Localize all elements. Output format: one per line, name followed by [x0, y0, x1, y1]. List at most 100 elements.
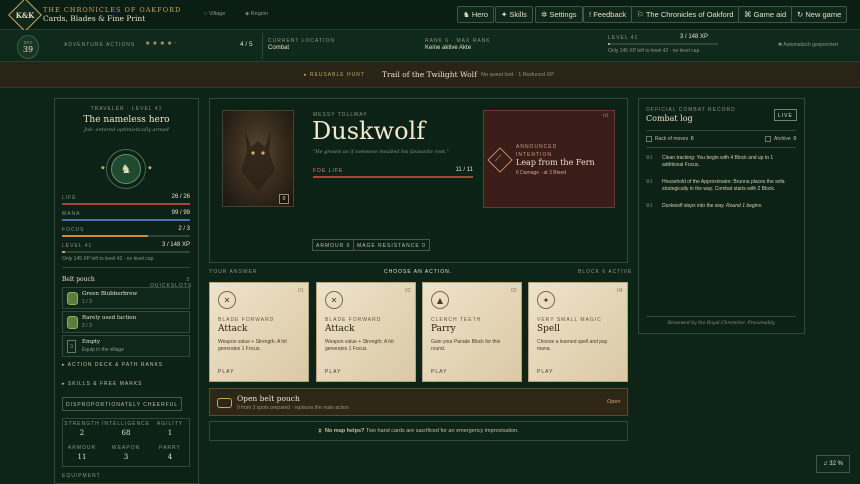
equipment-label[interactable]: EQUIPMENT	[62, 473, 101, 479]
rack-checkbox[interactable]	[646, 136, 652, 142]
logo[interactable]: K&K	[8, 0, 42, 32]
belt-item-name: Green Blubberbrew	[82, 291, 138, 297]
stat-value: 68	[121, 429, 131, 437]
nav-label: Settings	[549, 10, 577, 19]
pouch-icon	[217, 398, 232, 408]
nav-skills-button[interactable]: ✦ Skills	[495, 6, 533, 23]
skills-icon: ✦	[501, 10, 508, 19]
nav-feedback-button[interactable]: ! Feedback	[583, 6, 633, 23]
belt-pouch-sub: 0 from 3 spots prepared · replaces the m…	[237, 405, 349, 411]
spark-icon: ✦	[537, 291, 555, 309]
hero-job: Job: entered optimistically armed	[84, 127, 169, 133]
block-active-label: BLOCK 6 ACTIVE	[578, 269, 633, 275]
card-type: BLADE FORWARD	[325, 317, 382, 323]
action-card-attack[interactable]: ✕ 02 BLADE FORWARD Attack Weapon value +…	[316, 282, 416, 382]
nav-label: Skills	[509, 10, 527, 19]
stat-value: 2	[79, 429, 85, 437]
action-card-attack[interactable]: ✕ 01 BLADE FORWARD Attack Weapon value +…	[209, 282, 309, 382]
divider	[62, 267, 190, 268]
nav-chronicle-button[interactable]: ⚐ The Chronicles of Oakford	[631, 6, 740, 23]
nav-label: New game	[805, 10, 842, 19]
flag-icon: ⚐	[637, 10, 644, 19]
archive-checkbox[interactable]	[765, 136, 771, 142]
nav-game-aid-button[interactable]: ⌘ Game aid	[738, 6, 793, 23]
claw-icon: ⟋	[495, 154, 502, 164]
app-title: THE CHRONICLES OF OAKFORD	[43, 6, 182, 14]
card-play[interactable]: PLAY	[537, 369, 553, 375]
action-deck-toggle[interactable]: ▸ ACTION DECK & PATH RANKS	[62, 362, 163, 368]
archive-label-text: Archive	[774, 136, 791, 142]
hero-level-note: Only 145 XP left to level 42 · no level …	[62, 256, 154, 262]
belt-item-name: Empty	[82, 339, 101, 345]
wolf-icon	[241, 131, 275, 191]
nav-new-game-button[interactable]: ↻ New game	[791, 6, 848, 23]
feedback-icon: !	[589, 10, 592, 19]
log-round: R1	[646, 179, 653, 185]
life-label: LIFE	[62, 195, 77, 201]
card-name: Spell	[537, 324, 561, 334]
card-play[interactable]: PLAY	[218, 369, 234, 375]
intent-detail: 6 Damage · at 3 Bleed	[516, 170, 567, 176]
intent-name: Leap from the Fern	[516, 158, 595, 167]
combat-log-panel	[638, 98, 805, 334]
log-round: R1	[646, 155, 653, 161]
card-type: CLENCH TEETH	[431, 317, 482, 323]
log-entry: Household of the Approximator: Brunna pl…	[662, 179, 785, 192]
action-card-spell[interactable]: ✦ 04 VERY SMALL MAGIC Spell Choose a lea…	[528, 282, 628, 382]
volume-button[interactable]: ♫ 32 %	[816, 455, 850, 473]
breadcrumb-region[interactable]: ◈ Region	[245, 11, 268, 17]
divider	[646, 316, 796, 317]
divider	[646, 147, 796, 148]
location-label: CURRENT LOCATION	[268, 38, 335, 44]
card-num: 02	[405, 288, 411, 294]
rack-label: Rack of moves 6	[655, 136, 694, 142]
mana-label: MANA	[62, 211, 81, 217]
trait-badge: DISPROPORTIONATELY CHEERFUL	[62, 397, 183, 411]
card-play[interactable]: PLAY	[325, 369, 341, 375]
diamond-icon: ◆	[101, 165, 105, 171]
belt-pouch-open-button[interactable]: Open	[607, 399, 620, 405]
card-text: Gain your Parade Block for this round.	[431, 339, 501, 352]
belt-pouch-title: Open belt pouch	[237, 394, 300, 403]
empty-slot-icon: 3	[67, 340, 76, 353]
nav-label: Game aid	[753, 10, 787, 19]
skills-toggle[interactable]: ▸ SKILLS & FREE MARKS	[62, 381, 142, 387]
app-subtitle: Cards, Blades & Fine Print	[43, 14, 146, 23]
open-belt-pouch-bar[interactable]: Open belt pouch 0 from 3 spots prepared …	[209, 388, 628, 416]
life-bar	[62, 203, 190, 205]
stat-label: ARMOUR	[67, 445, 97, 451]
shield-icon: ▲	[431, 291, 449, 309]
volume-value: 32 %	[829, 461, 843, 467]
belt-item-2[interactable]: Rarely used faction 2 / 3	[62, 311, 190, 333]
actions-stars: ★ ★ ★ ★ ·	[145, 40, 177, 47]
belt-item-count: 1 / 3	[82, 299, 92, 305]
action-card-parry[interactable]: ▲ 03 CLENCH TEETH Parry Gain your Parade…	[422, 282, 522, 382]
card-type: BLADE FORWARD	[218, 317, 275, 323]
breadcrumb-village[interactable]: ○ Village	[204, 11, 225, 17]
log-title: Combat log	[646, 114, 693, 123]
nav-settings-button[interactable]: ✲ Settings	[535, 6, 583, 23]
belt-item-3[interactable]: 3 Empty Equip in the village	[62, 335, 190, 357]
card-type: VERY SMALL MAGIC	[537, 317, 602, 323]
choose-action-label: CHOOSE AN ACTION.	[384, 269, 453, 275]
nav-hero-button[interactable]: ♞ Hero	[457, 6, 495, 23]
hero-xp-bar	[62, 251, 190, 253]
foe-life-label: FOE LIFE	[313, 168, 344, 174]
stat-weapon: WEAPON 3	[102, 445, 150, 461]
log-entry: Clean tracking: You begin with 4 Block a…	[662, 155, 774, 168]
stat-label: PARRY	[159, 445, 181, 451]
intent-label: ANNOUNCED INTENTION	[516, 144, 558, 158]
focus-bar	[62, 235, 190, 237]
nav-label: Hero	[471, 10, 489, 19]
rank-label: RANK 6 · MAX RANK	[425, 38, 491, 44]
rack-count: 6	[690, 136, 694, 142]
card-play[interactable]: PLAY	[431, 369, 447, 375]
card-name: Attack	[325, 324, 355, 334]
status-xp-value: 3 / 148 XP	[680, 34, 709, 40]
sword-icon: ✕	[218, 291, 236, 309]
helmet-icon: ♞	[120, 162, 132, 176]
stat-parry: PARRY 4	[150, 445, 190, 461]
belt-item-1[interactable]: Green Blubberbrew 1 / 3	[62, 287, 190, 309]
enemy-quote: "He growls as if someone insulted his fa…	[313, 149, 449, 155]
hero-portrait[interactable]: ♞	[111, 154, 141, 184]
